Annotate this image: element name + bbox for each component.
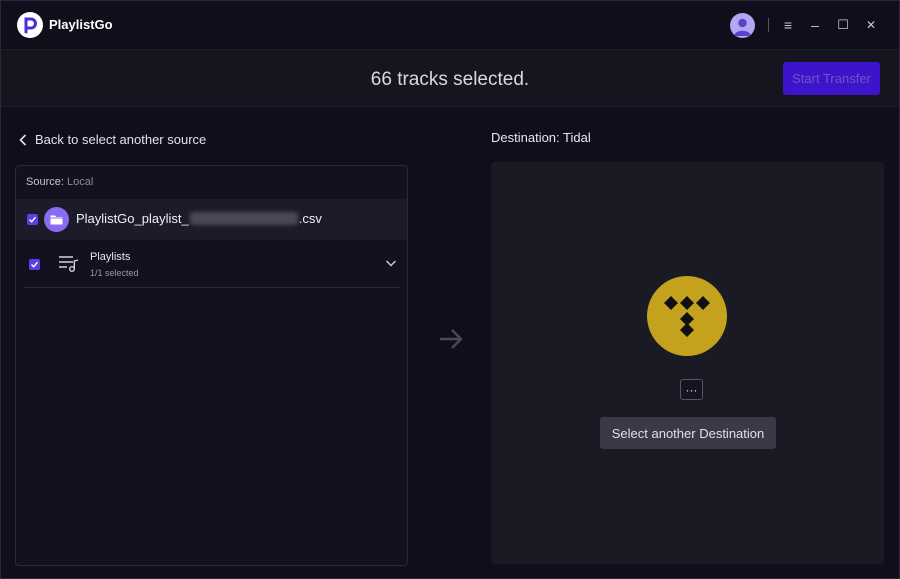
chevron-left-icon [19, 133, 27, 146]
title-bar: PlaylistGo ≡ – ☐ ✕ [1, 1, 899, 49]
tracks-selected-count: 66 tracks selected. [370, 69, 530, 90]
back-link-label: Back to select another source [35, 132, 207, 147]
playlists-selected-count: 1/1 selected [90, 268, 139, 278]
tidal-logo-icon [647, 276, 727, 356]
maximize-icon[interactable]: ☐ [833, 15, 853, 35]
minimize-icon[interactable]: – [805, 15, 825, 35]
chevron-down-icon[interactable] [385, 257, 397, 269]
select-another-destination-button[interactable]: Select another Destination [600, 417, 776, 449]
arrow-right-icon [440, 329, 463, 349]
user-avatar-icon[interactable] [730, 13, 755, 38]
redacted-text [189, 212, 298, 225]
source-label-prefix: Source: [26, 176, 64, 188]
playlists-row[interactable]: Playlists 1/1 selected [24, 242, 400, 288]
file-checkbox[interactable] [27, 214, 38, 225]
file-name-extension: .csv [298, 211, 322, 226]
source-panel: Source: Local PlaylistGo_playlist_ .csv [15, 165, 408, 566]
close-icon[interactable]: ✕ [861, 15, 881, 35]
checkmark-icon [29, 216, 37, 223]
playlists-checkbox[interactable] [29, 259, 40, 270]
playlist-icon [59, 256, 79, 272]
source-file-name: PlaylistGo_playlist_ .csv [76, 211, 322, 226]
playlistgo-logo-icon [17, 12, 43, 38]
app-window: PlaylistGo ≡ – ☐ ✕ 66 tracks selected. S… [0, 0, 900, 579]
checkmark-icon [31, 261, 39, 268]
more-options-button[interactable]: ··· [680, 379, 703, 400]
start-transfer-button[interactable]: Start Transfer [783, 62, 880, 95]
file-name-start: PlaylistGo_playlist_ [76, 211, 189, 226]
destination-panel: ··· Select another Destination [491, 162, 884, 564]
source-label: Source: Local [26, 176, 93, 188]
back-to-source-link[interactable]: Back to select another source [19, 132, 206, 147]
playlists-title: Playlists [90, 251, 131, 263]
selection-header: 66 tracks selected. Start Transfer [1, 49, 899, 107]
app-title: PlaylistGo [49, 17, 113, 32]
source-file-row[interactable]: PlaylistGo_playlist_ .csv [16, 199, 407, 240]
destination-label: Destination: Tidal [491, 130, 591, 145]
menu-icon[interactable]: ≡ [778, 15, 798, 35]
source-label-value: Local [66, 176, 94, 188]
titlebar-separator [768, 18, 769, 32]
folder-icon [44, 207, 69, 232]
